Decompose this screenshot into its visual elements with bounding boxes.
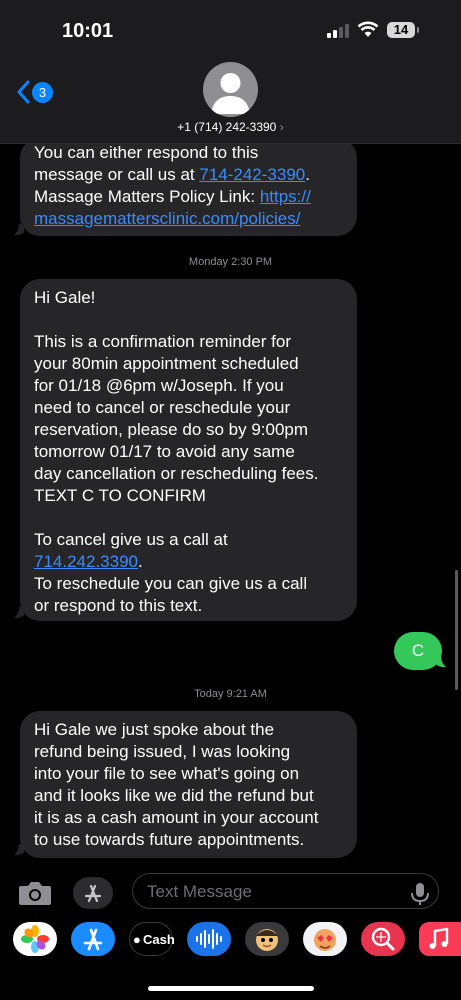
message-text: . bbox=[138, 552, 143, 571]
incoming-message[interactable]: Hi Gale we just spoke about the refund b… bbox=[20, 711, 357, 858]
incoming-message[interactable]: Hi Gale! This is a confirmation reminder… bbox=[20, 279, 357, 621]
app-store-icon bbox=[84, 884, 102, 903]
contact-number: +1 (714) 242-3390 bbox=[177, 120, 277, 134]
bubble-tail bbox=[14, 607, 24, 619]
photos-icon bbox=[21, 925, 49, 953]
message-text: message or call us at bbox=[34, 165, 200, 184]
scrollbar[interactable] bbox=[455, 570, 458, 690]
status-bar: 10:01 14 bbox=[0, 0, 461, 60]
apple-logo-icon: ● bbox=[133, 932, 141, 947]
message-text: Hi Gale we just spoke about the refund b… bbox=[34, 720, 319, 849]
app-store-app[interactable] bbox=[71, 922, 115, 956]
message-text: Hi Gale! bbox=[34, 288, 96, 307]
contact-avatar[interactable] bbox=[203, 62, 258, 117]
audio-message-icon bbox=[196, 929, 222, 949]
app-store-icon bbox=[83, 928, 103, 951]
message-text: To cancel give us a call at bbox=[34, 530, 228, 549]
person-icon bbox=[211, 73, 250, 114]
audio-message-app[interactable] bbox=[187, 922, 231, 956]
photos-app[interactable] bbox=[13, 922, 57, 956]
message-text: You can either respond to this bbox=[34, 144, 259, 162]
bubble-tail bbox=[14, 224, 24, 236]
memoji-icon bbox=[256, 929, 278, 951]
bubble-tail bbox=[14, 844, 24, 856]
phone-link[interactable]: 714.242.3390 bbox=[34, 552, 138, 571]
message-input[interactable]: Text Message bbox=[132, 873, 439, 909]
battery-indicator: 14 bbox=[387, 22, 419, 38]
microphone-icon[interactable] bbox=[410, 882, 430, 906]
memoji-stickers-app[interactable] bbox=[303, 922, 347, 956]
policy-link[interactable]: https:// bbox=[260, 187, 311, 206]
message-text: Massage Matters Policy Link: bbox=[34, 187, 260, 206]
clock: 10:01 bbox=[62, 20, 114, 42]
image-search-app[interactable] bbox=[361, 922, 405, 956]
camera-icon[interactable] bbox=[18, 880, 52, 906]
memoji-stickers-icon bbox=[314, 929, 336, 951]
image-search-icon bbox=[371, 927, 395, 951]
timestamp: Monday 2:30 PM bbox=[188, 256, 273, 268]
outgoing-message[interactable]: C bbox=[394, 632, 442, 670]
phone-link[interactable]: 714-242-3390 bbox=[199, 165, 305, 184]
apps-button[interactable] bbox=[73, 877, 113, 909]
incoming-message[interactable]: You can either respond to this message o… bbox=[20, 144, 357, 236]
message-text: This is a confirmation reminder for your… bbox=[34, 332, 319, 505]
message-text: . bbox=[305, 165, 310, 184]
chevron-left-icon bbox=[17, 80, 30, 104]
message-text: To reschedule you can give us a call or … bbox=[34, 574, 308, 615]
music-icon bbox=[429, 927, 449, 949]
contact-name[interactable]: +1 (714) 242-3390 › bbox=[0, 120, 461, 134]
memoji-app[interactable] bbox=[245, 922, 289, 956]
apple-cash-label: Cash bbox=[143, 932, 175, 947]
music-app[interactable] bbox=[419, 922, 461, 956]
wifi-icon bbox=[357, 21, 379, 37]
timestamp: Today 9:21 AM bbox=[194, 688, 267, 700]
unread-badge: 3 bbox=[32, 82, 53, 103]
policy-link[interactable]: massagemattersclinic.com/policies/ bbox=[34, 209, 300, 228]
chevron-right-icon: › bbox=[279, 120, 284, 134]
home-indicator[interactable] bbox=[148, 986, 314, 991]
cellular-signal-icon bbox=[327, 24, 349, 38]
message-thread[interactable]: You can either respond to this message o… bbox=[0, 144, 461, 870]
message-input-placeholder: Text Message bbox=[147, 882, 252, 901]
apple-cash-app[interactable]: ● Cash bbox=[129, 922, 175, 956]
bubble-tail bbox=[436, 656, 446, 668]
